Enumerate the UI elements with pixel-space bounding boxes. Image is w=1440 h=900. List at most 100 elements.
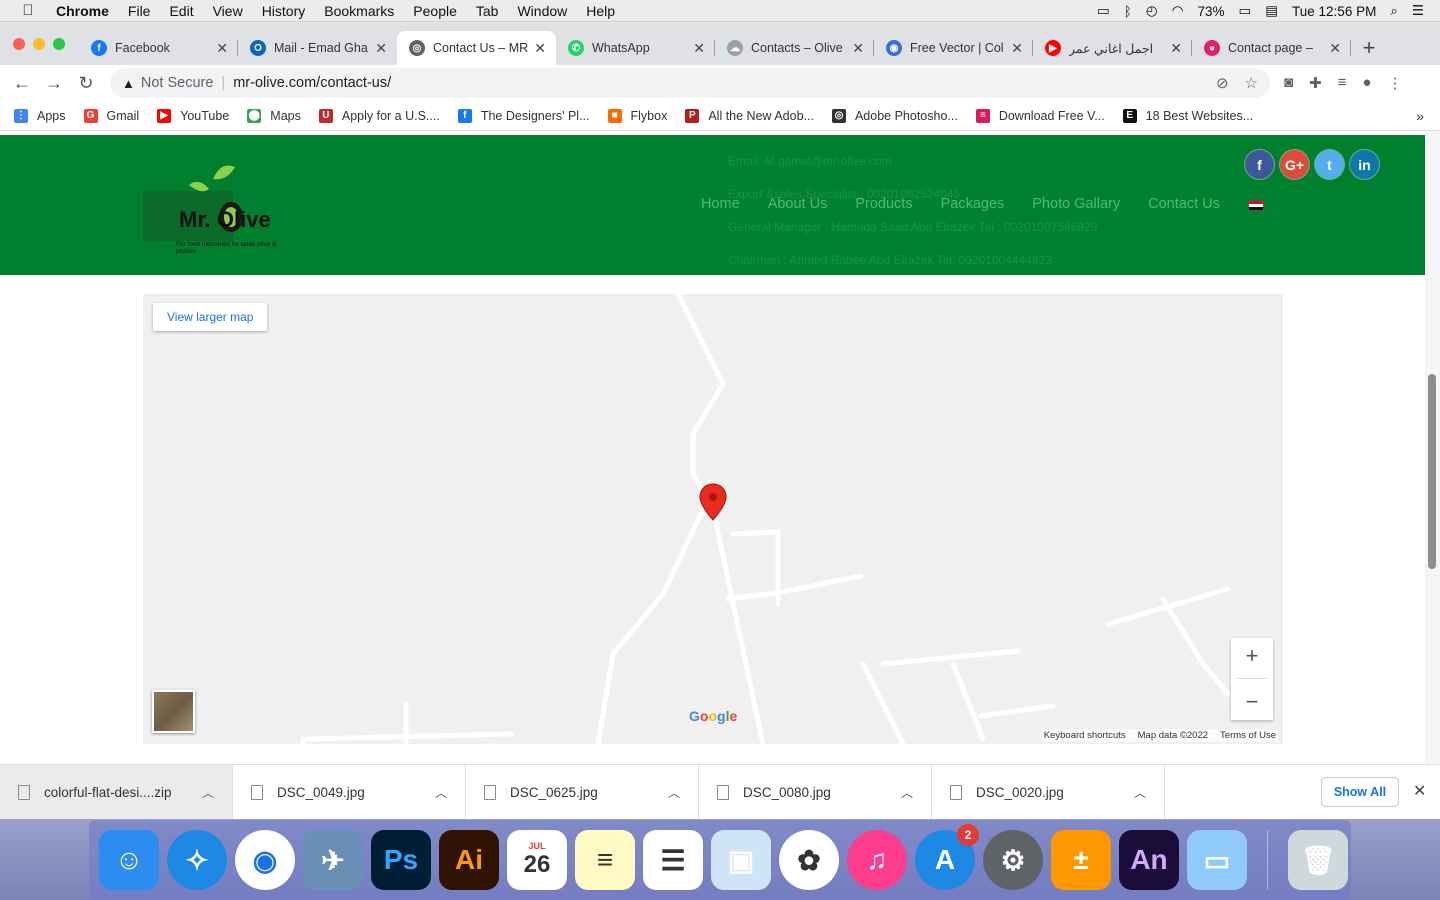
tab-6[interactable]: ▶ اجمل اغاني عمر ✕	[1033, 31, 1192, 65]
page-scrollbar[interactable]	[1425, 131, 1440, 764]
show-all-button[interactable]: Show All	[1321, 777, 1399, 807]
nav-contact-us[interactable]: Contact Us	[1148, 196, 1220, 212]
google-plus-icon[interactable]: G+	[1280, 150, 1309, 179]
input-flag-icon[interactable]: ▤	[1265, 3, 1278, 19]
dock-preview-icon[interactable]: ▣	[711, 830, 771, 890]
tab-0[interactable]: f Facebook ✕	[79, 31, 238, 65]
facebook-icon[interactable]: f	[1245, 150, 1274, 179]
dock-notes-icon[interactable]: ≡	[575, 830, 635, 890]
bookmark-item[interactable]: ≡ Download Free V...	[975, 108, 1105, 123]
menu-history[interactable]: History	[262, 3, 306, 19]
download-item[interactable]: DSC_0080.jpg ︿	[699, 764, 932, 820]
nav-packages[interactable]: Packages	[941, 196, 1005, 212]
clock[interactable]: Tue 12:56 PM	[1292, 4, 1376, 19]
dock-reminders-icon[interactable]: ☰	[643, 830, 703, 890]
download-item[interactable]: DSC_0049.jpg ︿	[233, 764, 466, 820]
menu-people[interactable]: People	[413, 3, 457, 19]
control-center-icon[interactable]: ☰	[1412, 3, 1424, 19]
back-icon[interactable]: ←	[6, 73, 38, 94]
nav-home[interactable]: Home	[701, 196, 740, 212]
menu-window[interactable]: Window	[517, 3, 567, 19]
menu-tab[interactable]: Tab	[476, 3, 499, 19]
tracking-blocked-icon[interactable]: ⊘	[1216, 74, 1229, 92]
bluetooth-icon[interactable]: ᛒ	[1124, 4, 1132, 19]
bookmark-item[interactable]: G Gmail	[83, 108, 139, 123]
battery-icon[interactable]: ▭	[1239, 3, 1252, 19]
chevron-up-icon[interactable]: ︿	[901, 784, 913, 801]
download-item[interactable]: DSC_0020.jpg ︿	[932, 764, 1165, 820]
close-tab-icon[interactable]: ✕	[216, 40, 228, 57]
tab-1[interactable]: O Mail - Emad Gha ✕	[238, 31, 397, 65]
address-bar[interactable]: ▲ Not Secure | mr-olive.com/contact-us/ …	[110, 68, 1270, 98]
bookmark-star-icon[interactable]: ☆	[1245, 74, 1258, 92]
nav-products[interactable]: Products	[855, 196, 912, 212]
menu-app-name[interactable]: Chrome	[56, 3, 109, 19]
bookmark-item[interactable]: ▶ YouTube	[157, 108, 229, 123]
zoom-out-button[interactable]: −	[1246, 689, 1259, 715]
close-tab-icon[interactable]: ✕	[693, 40, 705, 57]
forward-icon[interactable]: →	[38, 73, 70, 94]
bookmark-item[interactable]: U Apply for a U.S....	[318, 108, 440, 123]
wifi-icon[interactable]: ◠	[1172, 3, 1184, 19]
menu-edit[interactable]: Edit	[169, 3, 193, 19]
dock-music-icon[interactable]: ♫	[847, 830, 907, 890]
bookmark-item[interactable]: f The Designers' Pl...	[457, 108, 590, 123]
minimize-window-button[interactable]	[33, 38, 45, 50]
bookmarks-overflow-icon[interactable]: »	[1416, 108, 1424, 124]
spotlight-icon[interactable]: ⌕	[1390, 3, 1398, 19]
camera-extension-icon[interactable]: ◙	[1284, 74, 1293, 92]
dock-calendar-icon[interactable]: JUL 26	[507, 830, 567, 890]
tab-3[interactable]: ✆ WhatsApp ✕	[556, 31, 715, 65]
linkedin-icon[interactable]: in	[1350, 150, 1379, 179]
apple-menu-icon[interactable]: 	[0, 2, 56, 19]
menu-view[interactable]: View	[213, 3, 243, 19]
view-larger-map-link[interactable]: View larger map	[153, 303, 268, 331]
close-tab-icon[interactable]: ✕	[375, 40, 387, 57]
dock-chrome-icon[interactable]: ◉	[235, 830, 295, 890]
bookmark-item[interactable]: ⋮ Apps	[14, 108, 66, 123]
language-flag-icon[interactable]	[1247, 200, 1264, 211]
zoom-in-button[interactable]: +	[1246, 643, 1259, 669]
time-machine-icon[interactable]: ◴	[1146, 3, 1158, 19]
bookmark-item[interactable]: ⬤ Maps	[247, 108, 301, 123]
satellite-toggle[interactable]	[152, 690, 195, 733]
dock-trash-icon[interactable]: 🗑	[1288, 830, 1348, 890]
nav-about-us[interactable]: About Us	[768, 196, 828, 212]
chevron-up-icon[interactable]: ︿	[668, 784, 680, 801]
nav-photo-gallery[interactable]: Photo Gallary	[1032, 196, 1120, 212]
profile-icon[interactable]: ●	[1362, 74, 1371, 92]
bookmark-item[interactable]: ■ Flybox	[607, 108, 667, 123]
dock-photos-icon[interactable]: ✿	[779, 830, 839, 890]
bookmark-item[interactable]: P All the New Adob...	[685, 108, 814, 123]
dock-photoshop-icon[interactable]: Ps	[371, 830, 431, 890]
chevron-up-icon[interactable]: ︿	[1134, 784, 1146, 801]
download-item[interactable]: colorful-flat-desi....zip ︿	[0, 764, 233, 820]
tab-5[interactable]: ◉ Free Vector | Col ✕	[874, 31, 1033, 65]
tab-4[interactable]: ☁ Contacts – Olive ✕	[715, 31, 874, 65]
menu-bookmarks[interactable]: Bookmarks	[324, 3, 394, 19]
dock-preview-eagle-icon[interactable]: ✈	[303, 830, 363, 890]
zoom-window-button[interactable]	[53, 38, 65, 50]
url-text[interactable]: mr-olive.com/contact-us/	[233, 75, 391, 91]
reload-icon[interactable]: ↻	[70, 73, 102, 94]
menu-file[interactable]: File	[128, 3, 151, 19]
google-map[interactable]: View larger map + − Google Keyboard shor…	[143, 294, 1283, 744]
tab-2[interactable]: ◎ Contact Us – MR ✕	[397, 31, 556, 65]
dock-animate-icon[interactable]: An	[1119, 830, 1179, 890]
bookmark-item[interactable]: ◎ Adobe Photosho...	[831, 108, 958, 123]
dock-app-store-icon[interactable]: A2	[915, 824, 979, 890]
dock-illustrator-icon[interactable]: Ai	[439, 830, 499, 890]
close-tab-icon[interactable]: ✕	[1329, 40, 1341, 57]
dock-safari-icon[interactable]: ✧	[167, 830, 227, 890]
airplay-icon[interactable]: ▭	[1097, 3, 1110, 19]
close-tab-icon[interactable]: ✕	[1011, 40, 1023, 57]
dock-finder-icon[interactable]: ☺	[99, 830, 159, 890]
keyboard-shortcuts-link[interactable]: Keyboard shortcuts	[1044, 730, 1126, 741]
scrollbar-thumb[interactable]	[1428, 374, 1436, 569]
bookmark-item[interactable]: E 18 Best Websites...	[1122, 108, 1253, 123]
twitter-icon[interactable]: t	[1315, 150, 1344, 179]
download-item[interactable]: DSC_0625.jpg ︿	[466, 764, 699, 820]
close-tab-icon[interactable]: ✕	[852, 40, 864, 57]
close-window-button[interactable]	[13, 38, 25, 50]
chevron-up-icon[interactable]: ︿	[435, 784, 447, 801]
